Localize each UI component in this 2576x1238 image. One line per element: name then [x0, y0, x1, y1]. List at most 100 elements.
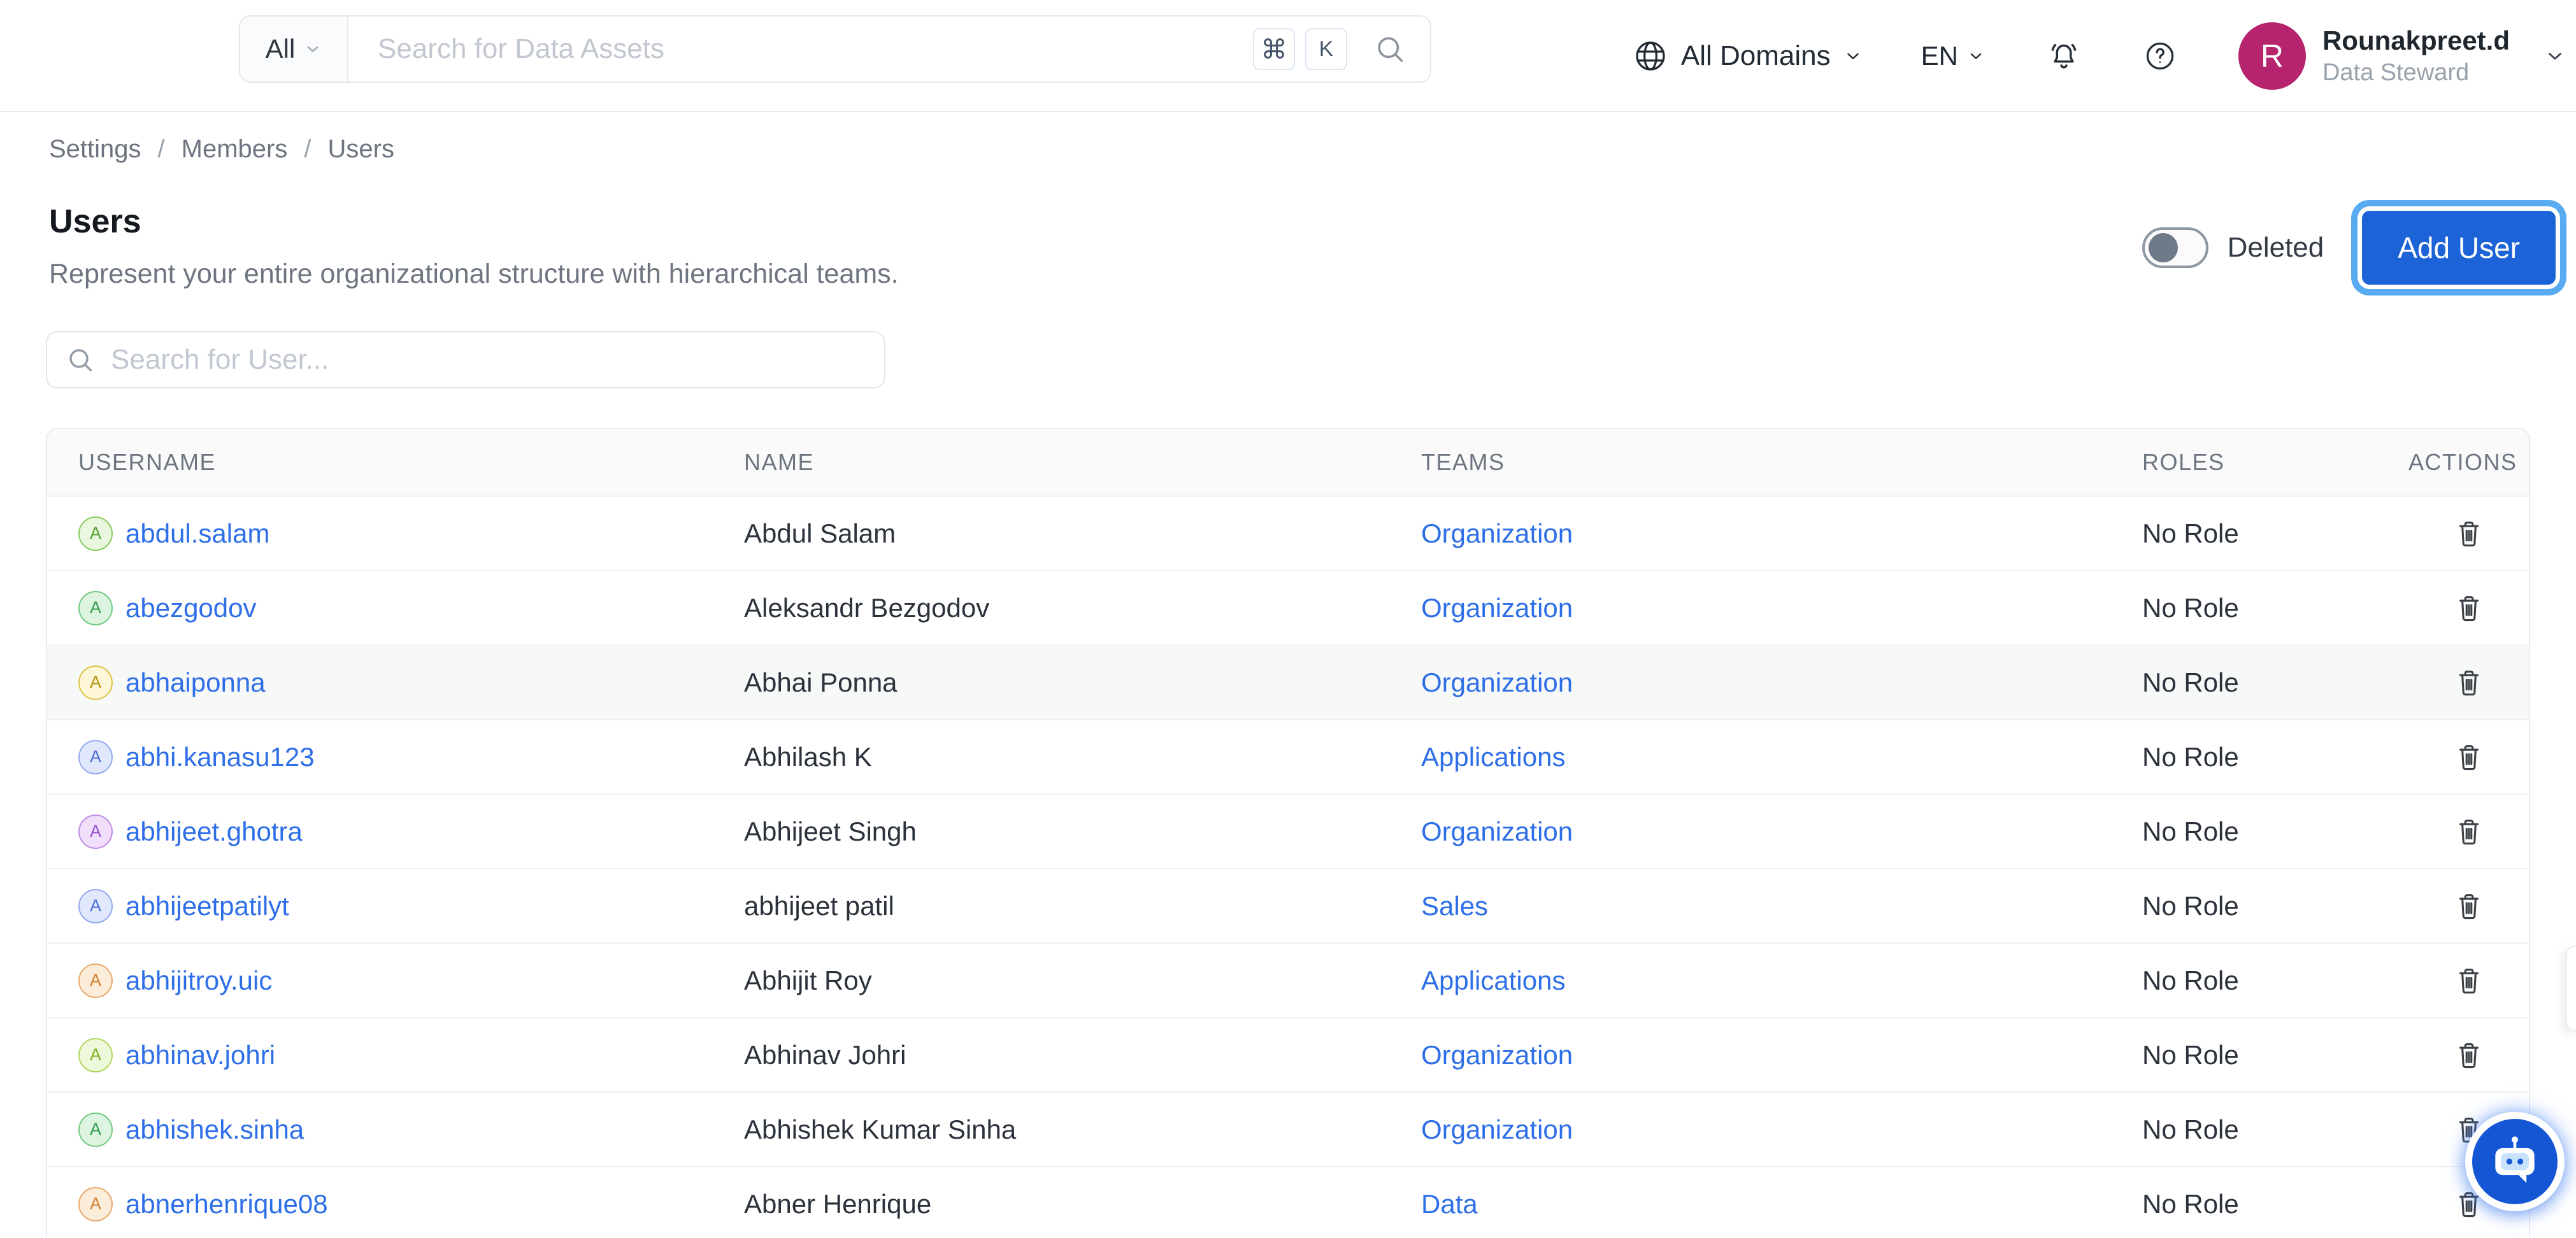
- toggle-knob: [2149, 233, 2178, 262]
- delete-user-button[interactable]: [2453, 1039, 2485, 1071]
- cmd-key-badge: ⌘: [1253, 28, 1295, 70]
- table-header: USERNAME NAME TEAMS ROLES ACTIONS: [47, 429, 2529, 495]
- table-row: A abhijitroy.uic Abhijit Roy Application…: [47, 943, 2529, 1017]
- domains-label: All Domains: [1681, 40, 1831, 72]
- side-panel-handle[interactable]: [2566, 945, 2576, 1032]
- username-link[interactable]: abhijeetpatilyt: [125, 891, 289, 921]
- avatar: A: [78, 740, 113, 774]
- role-cell: No Role: [2142, 816, 2408, 847]
- avatar: A: [78, 1113, 113, 1147]
- name-cell: abhijeet patil: [744, 891, 1421, 921]
- user-search-input[interactable]: [111, 344, 866, 376]
- trash-icon: [2453, 667, 2485, 699]
- column-header-roles: ROLES: [2142, 449, 2408, 476]
- username-link[interactable]: abhi.kanasu123: [125, 742, 315, 772]
- help-icon[interactable]: [2143, 39, 2177, 73]
- avatar: A: [78, 591, 113, 625]
- global-search-input[interactable]: [378, 33, 1253, 65]
- username-link[interactable]: abhaiponna: [125, 667, 266, 698]
- table-row: A abezgodov Aleksandr Bezgodov Organizat…: [47, 570, 2529, 644]
- page-header-controls: Deleted Add User: [2142, 206, 2565, 289]
- delete-user-button[interactable]: [2453, 741, 2485, 773]
- username-link[interactable]: abhishek.sinha: [125, 1114, 304, 1145]
- delete-user-button[interactable]: [2453, 890, 2485, 922]
- name-cell: Abhishek Kumar Sinha: [744, 1114, 1421, 1145]
- role-cell: No Role: [2142, 518, 2408, 549]
- team-link[interactable]: Organization: [1421, 1114, 1573, 1144]
- search-scope-dropdown[interactable]: All: [240, 17, 348, 82]
- search-icon[interactable]: [1373, 32, 1407, 66]
- role-cell: No Role: [2142, 1114, 2408, 1145]
- username-link[interactable]: abezgodov: [125, 593, 257, 623]
- delete-user-button[interactable]: [2453, 518, 2485, 550]
- role-cell: No Role: [2142, 667, 2408, 698]
- chevron-down-icon: [304, 40, 322, 58]
- team-link[interactable]: Data: [1421, 1189, 1478, 1219]
- user-role: Data Steward: [2322, 58, 2510, 89]
- username-link[interactable]: abdul.salam: [125, 518, 269, 549]
- avatar: A: [78, 815, 113, 849]
- team-link[interactable]: Organization: [1421, 518, 1573, 548]
- name-cell: Abhijeet Singh: [744, 816, 1421, 847]
- breadcrumb-item-members[interactable]: Members: [182, 135, 288, 164]
- user-menu[interactable]: R Rounakpreet.d Data Steward: [2238, 22, 2566, 90]
- name-cell: Abner Henrique: [744, 1189, 1421, 1220]
- trash-icon: [2453, 592, 2485, 624]
- team-link[interactable]: Organization: [1421, 593, 1573, 623]
- deleted-toggle-label: Deleted: [2228, 232, 2324, 264]
- search-scope-value: All: [266, 34, 296, 64]
- user-search-bar[interactable]: [46, 331, 885, 388]
- table-row: A abhishek.sinha Abhishek Kumar Sinha Or…: [47, 1092, 2529, 1166]
- name-cell: Abhai Ponna: [744, 667, 1421, 698]
- trash-icon: [2453, 741, 2485, 773]
- notifications-bell-icon[interactable]: [2046, 38, 2082, 74]
- breadcrumb-separator: /: [158, 135, 165, 164]
- role-cell: No Role: [2142, 891, 2408, 921]
- breadcrumb-item-settings[interactable]: Settings: [49, 135, 141, 164]
- breadcrumb: Settings/Members/Users: [49, 135, 394, 164]
- username-link[interactable]: abnerhenrique08: [125, 1189, 328, 1220]
- top-bar: All ⌘ K All Domains EN R: [0, 0, 2576, 112]
- globe-icon: [1633, 38, 1668, 74]
- trash-icon: [2453, 816, 2485, 848]
- username-link[interactable]: abhinav.johri: [125, 1040, 275, 1071]
- delete-user-button[interactable]: [2453, 667, 2485, 699]
- role-cell: No Role: [2142, 965, 2408, 996]
- avatar: A: [78, 1187, 113, 1221]
- assistant-bot-button[interactable]: [2465, 1112, 2565, 1211]
- team-link[interactable]: Applications: [1421, 742, 1565, 772]
- chevron-down-icon: [1967, 47, 1985, 65]
- team-link[interactable]: Organization: [1421, 816, 1573, 846]
- table-row: A abdul.salam Abdul Salam Organization N…: [47, 495, 2529, 570]
- chevron-down-icon: [1843, 46, 1863, 66]
- name-cell: Abhilash K: [744, 742, 1421, 772]
- name-cell: Abdul Salam: [744, 518, 1421, 549]
- delete-user-button[interactable]: [2453, 592, 2485, 624]
- language-dropdown[interactable]: EN: [1921, 41, 1985, 71]
- page-subtitle: Represent your entire organizational str…: [49, 259, 899, 290]
- breadcrumb-item-users: Users: [327, 135, 394, 164]
- team-link[interactable]: Organization: [1421, 667, 1573, 697]
- column-header-teams: TEAMS: [1421, 449, 2142, 476]
- deleted-toggle[interactable]: [2142, 227, 2208, 268]
- username-link[interactable]: abhijitroy.uic: [125, 965, 272, 996]
- domains-dropdown[interactable]: All Domains: [1633, 38, 1863, 74]
- column-header-username: USERNAME: [47, 449, 744, 476]
- username-link[interactable]: abhijeet.ghotra: [125, 816, 303, 847]
- top-bar-right: All Domains EN R Rounakpreet.d Data Stew…: [1633, 0, 2566, 112]
- avatar: R: [2238, 22, 2306, 90]
- table-row: A abhijeet.ghotra Abhijeet Singh Organiz…: [47, 793, 2529, 868]
- delete-user-button[interactable]: [2453, 965, 2485, 997]
- robot-icon: [2486, 1132, 2544, 1191]
- team-link[interactable]: Organization: [1421, 1040, 1573, 1070]
- team-link[interactable]: Applications: [1421, 965, 1565, 995]
- search-icon: [65, 345, 96, 375]
- add-user-button[interactable]: Add User: [2362, 211, 2556, 285]
- delete-user-button[interactable]: [2453, 816, 2485, 848]
- trash-icon: [2453, 1039, 2485, 1071]
- trash-icon: [2453, 890, 2485, 922]
- global-search-bar[interactable]: All ⌘ K: [239, 15, 1431, 83]
- team-link[interactable]: Sales: [1421, 891, 1488, 921]
- table-body: A abdul.salam Abdul Salam Organization N…: [47, 495, 2529, 1238]
- table-row: A abhaiponna Abhai Ponna Organization No…: [47, 644, 2529, 719]
